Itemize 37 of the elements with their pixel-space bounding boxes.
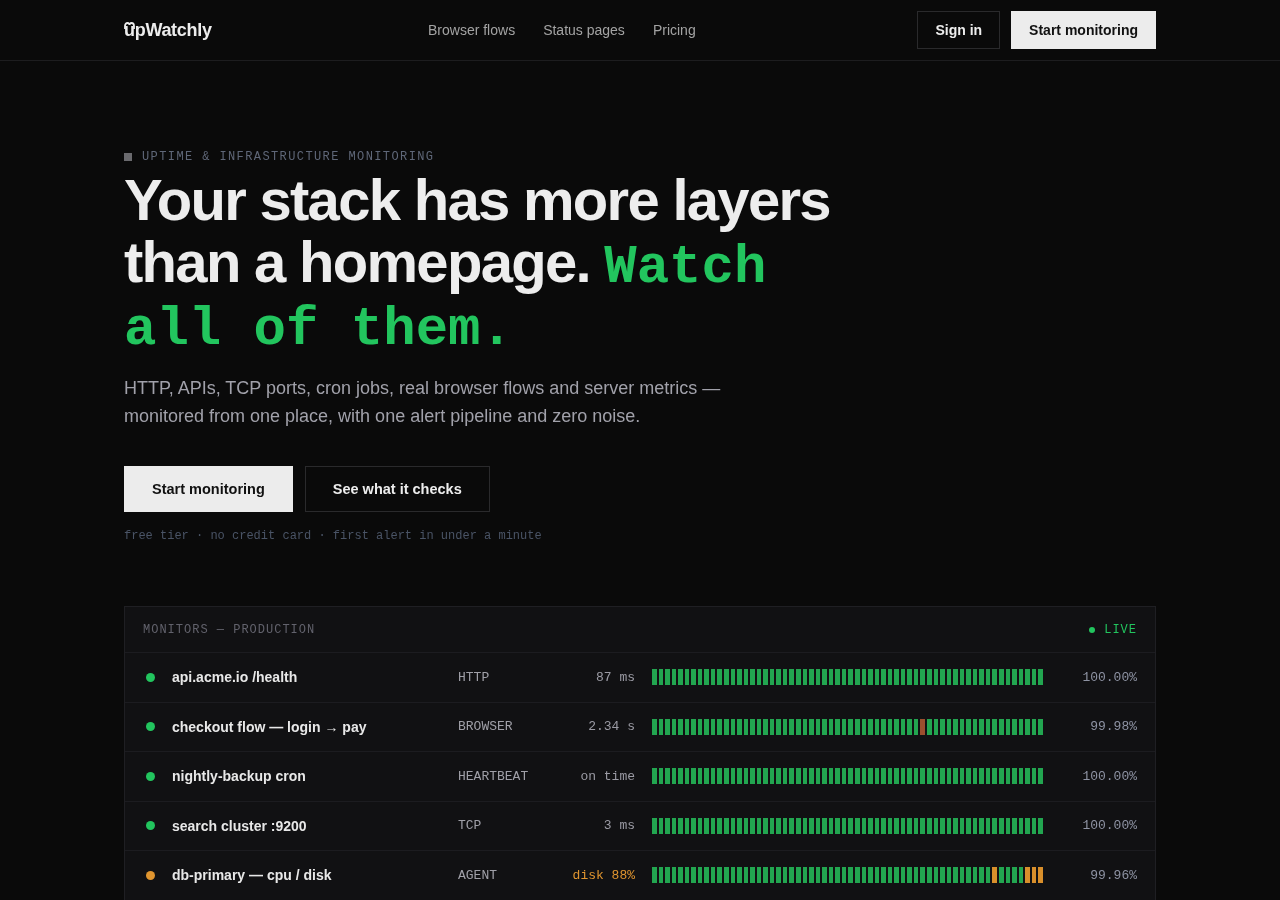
uptime-percent: 100.00% <box>1082 669 1137 685</box>
monitor-name: nightly-backup cron <box>172 768 306 785</box>
monitor-type: HEARTBEAT <box>458 768 529 784</box>
start-monitoring-button[interactable]: Start monitoring <box>1011 11 1156 49</box>
tagline: free tier · no credit card · first alert in under a minute <box>124 528 542 544</box>
monitor-name: search cluster :9200 <box>172 817 307 834</box>
monitor-name: checkout flow — login → pay <box>172 718 367 735</box>
sign-in-button[interactable]: Sign in <box>917 11 1001 49</box>
monitor-type: AGENT <box>458 867 497 883</box>
response-time: 2.34 s <box>588 719 635 735</box>
uptime-percent: 99.96% <box>1090 867 1137 883</box>
uptime-percent: 100.00% <box>1082 768 1137 784</box>
response-time: 3 ms <box>603 818 635 834</box>
arc-icon <box>124 22 135 29</box>
logo-link[interactable]: upWatchly <box>124 19 212 41</box>
live-dot-icon <box>1089 626 1096 633</box>
eyebrow-label: UPTIME & INFRASTRUCTURE MONITORING <box>142 149 435 165</box>
nav-link[interactable]: Status pages <box>543 20 625 40</box>
monitor-type: HTTP <box>458 669 490 685</box>
monitor-name: db-primary — cpu / disk <box>172 867 332 884</box>
monitor-type: BROWSER <box>458 719 513 735</box>
live-label: LIVE <box>1104 622 1137 637</box>
see-checks-button[interactable]: See what it checks <box>304 466 490 512</box>
hero-headline: Your stack has more layers than a homepage. Watch all of them. <box>124 169 831 355</box>
start-monitoring-button[interactable]: Start monitoring <box>124 466 293 512</box>
monitor-name: api.acme.io /health <box>172 669 298 686</box>
response-time: on time <box>580 768 635 784</box>
panel-title: MONITORS — PRODUCTION <box>143 622 316 637</box>
square-icon <box>124 153 132 161</box>
nav-link[interactable]: Browser flows <box>428 20 516 40</box>
nav-link[interactable]: Pricing <box>652 20 696 40</box>
monitor-type: TCP <box>458 818 482 834</box>
uptime-percent: 99.98% <box>1090 719 1137 735</box>
hero-subtitle: HTTP, APIs, TCP ports, cron jobs, real browser flows and server metrics — monitored from one place, with one alert pipeline and zero noise. <box>124 377 722 428</box>
response-time: 87 ms <box>596 669 635 685</box>
response-time: disk 88% <box>572 867 635 883</box>
uptime-percent: 100.00% <box>1082 818 1137 834</box>
